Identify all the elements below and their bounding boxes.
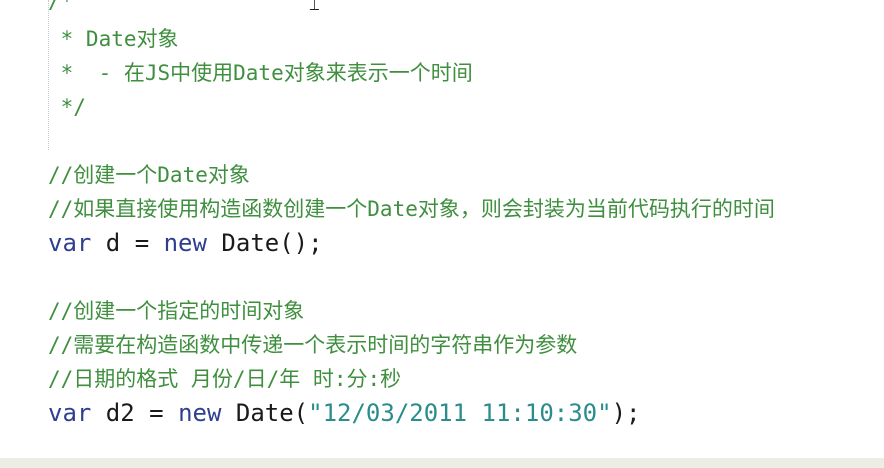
keyword-var: var xyxy=(48,399,92,427)
editor-bottom-bar xyxy=(0,458,884,468)
block-comment-line-2: * - 在JS中使用Date对象来表示一个时间 xyxy=(48,61,473,85)
block-comment-close: */ xyxy=(48,95,86,119)
code-line-var-d: var d = new Date(); xyxy=(48,226,323,260)
code-line-var-d2: var d2 = new Date("12/03/2011 11:10:30")… xyxy=(48,396,640,430)
comment-create-specified: //创建一个指定的时间对象 xyxy=(48,299,305,323)
text-cursor-icon: ⌶ xyxy=(309,0,320,15)
code-date-call: Date(); xyxy=(206,229,323,257)
comment-create-date: //创建一个Date对象 xyxy=(48,163,250,187)
code-assign: d = xyxy=(91,229,164,257)
comment-constructor-note: //如果直接使用构造函数创建一个Date对象，则会封装为当前代码执行的时间 xyxy=(48,197,775,221)
keyword-new: new xyxy=(163,229,207,257)
keyword-var: var xyxy=(48,229,92,257)
keyword-new: new xyxy=(178,399,222,427)
code-date-open: Date( xyxy=(221,399,309,427)
date-string-literal: "12/03/2011 11:10:30" xyxy=(308,399,612,427)
block-comment-line-1: * Date对象 xyxy=(48,27,179,51)
code-editor[interactable]: ⌶ /* * Date对象 * - 在JS中使用Date对象来表示一个时间 */… xyxy=(0,0,884,458)
block-comment-open: /* xyxy=(48,0,74,13)
code-date-close: ); xyxy=(611,399,641,427)
comment-date-format: //日期的格式 月份/日/年 时:分:秒 xyxy=(48,367,402,391)
code-assign: d2 = xyxy=(91,399,179,427)
comment-pass-string: //需要在构造函数中传递一个表示时间的字符串作为参数 xyxy=(48,333,578,357)
